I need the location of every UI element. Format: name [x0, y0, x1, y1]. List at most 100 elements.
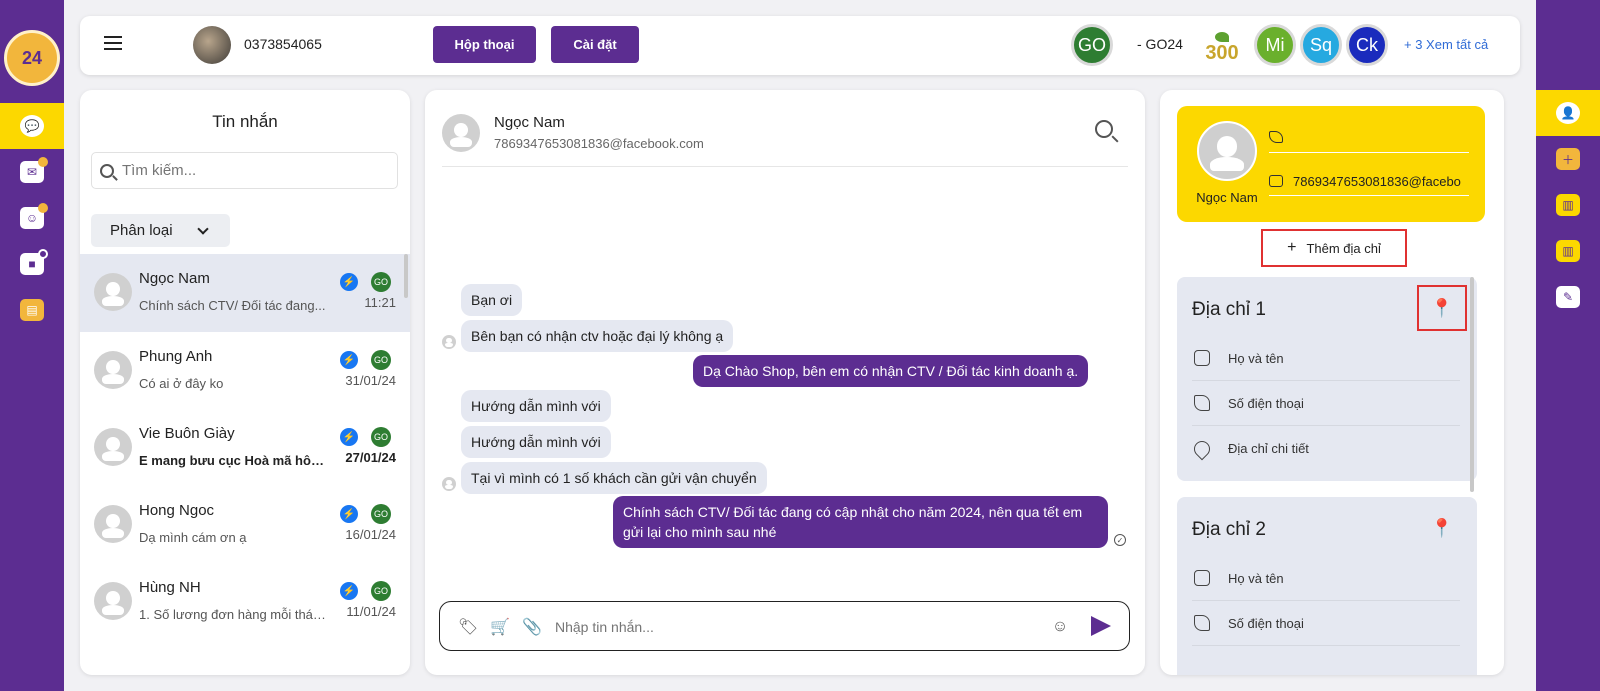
divider — [1269, 152, 1469, 153]
settings-button[interactable]: Cài đặt — [551, 26, 639, 63]
tab-add-folder[interactable]: ＋ — [1536, 136, 1600, 182]
messenger-icon: ⚡ — [340, 351, 358, 369]
see-all-pages-link[interactable]: + 3 Xem tất cả — [1404, 37, 1488, 52]
address-card: Địa chỉ 1 📍 Họ và tên Số điện thoại Địa … — [1177, 277, 1477, 481]
address-field-detail[interactable]: Địa chỉ chi tiết — [1190, 426, 1460, 471]
conversation-name: Phung Anh — [139, 348, 213, 365]
message-input[interactable] — [555, 615, 1035, 639]
chevron-down-icon — [196, 222, 209, 235]
book-icon: ▤ — [20, 299, 44, 321]
messenger-icon: ⚡ — [340, 582, 358, 600]
page-avatar-sq[interactable]: Sq — [1300, 24, 1342, 66]
clipboard-icon: ▥ — [1556, 194, 1580, 216]
send-icon[interactable] — [1091, 616, 1111, 636]
page-avatar-mi[interactable]: Mi — [1254, 24, 1296, 66]
person-icon — [1194, 350, 1210, 366]
nav-chat[interactable]: 💬 — [0, 103, 64, 149]
page-avatar-go[interactable]: GO — [1071, 24, 1113, 66]
page-avatar-ck[interactable]: Ck — [1346, 24, 1388, 66]
sender-avatar — [442, 335, 456, 349]
filter-dropdown[interactable]: Phân loại — [91, 214, 230, 247]
tab-customer[interactable]: 👤 — [1536, 90, 1600, 136]
conversation-time: 16/01/24 — [345, 527, 396, 542]
account-phone: 0373854065 — [244, 36, 322, 52]
conversation-time: 27/01/24 — [345, 450, 396, 465]
contact-email: 7869347653081836@facebo — [1293, 173, 1461, 189]
field-label: Số điện thoại — [1228, 615, 1304, 631]
emoji-icon[interactable]: ☺ — [1050, 617, 1070, 637]
contact-card: Ngọc Nam 7869347653081836@facebo — [1177, 106, 1485, 222]
plus-icon: + — [1287, 239, 1297, 256]
conversation-preview: Dạ mình cám ơn ạ — [139, 530, 247, 545]
conversation-item[interactable]: Vie Buôn Giày E mang bưu cục Hoà mã hôm.… — [80, 409, 410, 487]
conversation-preview: 1. Số lương đơn hàng mỗi thán... — [139, 607, 329, 622]
sender-avatar — [442, 477, 456, 491]
address-field-name[interactable]: Họ và tên — [1192, 336, 1460, 381]
message-incoming: Hướng dẫn mình với — [461, 426, 611, 458]
chat-avatar — [442, 114, 480, 152]
notification-icon: ■ — [20, 249, 48, 275]
attachment-icon[interactable]: 📎 — [522, 617, 542, 637]
nav-mail[interactable]: ✉ — [0, 149, 64, 195]
tab-edit[interactable]: ✎ — [1536, 274, 1600, 320]
menu-icon[interactable] — [104, 36, 122, 50]
add-folder-icon: ＋ — [1556, 148, 1580, 170]
tag-icon[interactable]: 🏷 — [458, 617, 478, 637]
page-badge: GO — [371, 427, 391, 447]
phone-icon — [1194, 395, 1210, 411]
conversation-item[interactable]: Phung Anh Có ai ở đây ko ⚡ GO 31/01/24 — [80, 332, 410, 410]
cart-icon[interactable]: 🛒 — [490, 617, 510, 637]
messenger-icon: ⚡ — [340, 428, 358, 446]
main-area: 0373854065 Hộp thoại Cài đặt GO - GO24 3… — [64, 0, 1536, 691]
account-avatar[interactable] — [193, 26, 231, 64]
avatar — [94, 582, 132, 620]
divider — [1269, 195, 1469, 196]
inbox-icon: ☺ — [20, 203, 48, 229]
edit-card-icon: ✎ — [1556, 286, 1580, 308]
add-location-icon[interactable]: 📍 — [1417, 505, 1467, 551]
conversation-list-panel: Tin nhắn Phân loại Ngọc Nam Chính sách C… — [80, 90, 410, 675]
page-avatar-300[interactable]: 300 — [1204, 26, 1240, 64]
address-field-name[interactable]: Họ và tên — [1192, 556, 1460, 601]
address-field-phone[interactable]: Số điện thoại — [1192, 381, 1460, 426]
avatar — [94, 428, 132, 466]
phone-icon — [1194, 615, 1210, 631]
tab-orders[interactable]: ▥ — [1536, 182, 1600, 228]
info-scrollbar[interactable] — [1470, 277, 1474, 492]
add-address-button[interactable]: + Thêm địa chỉ — [1261, 229, 1407, 267]
messenger-icon: ⚡ — [340, 505, 358, 523]
contact-name: Ngọc Nam — [1196, 190, 1258, 205]
conversations-button[interactable]: Hộp thoại — [433, 26, 536, 63]
add-location-icon[interactable]: 📍 — [1417, 285, 1467, 331]
tab-notes[interactable]: ▥ — [1536, 228, 1600, 274]
nav-notification[interactable]: ■ — [0, 241, 64, 287]
message-composer: 🏷 🛒 📎 ☺ — [439, 601, 1130, 651]
search-icon[interactable] — [1095, 120, 1113, 138]
search-input[interactable] — [122, 162, 382, 179]
contact-phone-row[interactable] — [1269, 126, 1469, 148]
nav-book[interactable]: ▤ — [0, 287, 64, 333]
list-scrollbar[interactable] — [404, 254, 408, 298]
chat-contact-email: 7869347653081836@facebook.com — [494, 136, 704, 151]
add-address-label: Thêm địa chỉ — [1306, 240, 1381, 256]
person-icon — [1194, 570, 1210, 586]
conversation-time: 11:21 — [364, 295, 396, 310]
message-outgoing: Chính sách CTV/ Đối tác đang có cập nhật… — [613, 496, 1108, 548]
conversation-item[interactable]: Hùng NH 1. Số lương đơn hàng mỗi thán...… — [80, 563, 410, 641]
contact-email-row[interactable]: 7869347653081836@facebo — [1269, 170, 1469, 192]
divider — [442, 166, 1128, 167]
chat-icon: 💬 — [20, 115, 44, 137]
page-name-go24: - GO24 — [1137, 36, 1183, 52]
user-icon: 👤 — [1556, 102, 1580, 124]
conversation-item[interactable]: Ngọc Nam Chính sách CTV/ Đối tác đang...… — [80, 254, 410, 332]
right-sidebar: 👤 ＋ ▥ ▥ ✎ — [1536, 0, 1600, 691]
search-box[interactable] — [91, 152, 398, 189]
conversation-item[interactable]: Hong Ngoc Dạ mình cám ơn ạ ⚡ GO 16/01/24 — [80, 486, 410, 564]
conversation-preview: E mang bưu cục Hoà mã hôm... — [139, 453, 329, 468]
nav-inbox[interactable]: ☺ — [0, 195, 64, 241]
field-label: Họ và tên — [1228, 570, 1284, 586]
contact-info-panel: Ngọc Nam 7869347653081836@facebo + Thêm … — [1160, 90, 1504, 675]
top-bar: 0373854065 Hộp thoại Cài đặt GO - GO24 3… — [80, 16, 1520, 75]
address-field-phone[interactable]: Số điện thoại — [1192, 601, 1460, 646]
app-logo[interactable]: 24 — [4, 30, 60, 86]
